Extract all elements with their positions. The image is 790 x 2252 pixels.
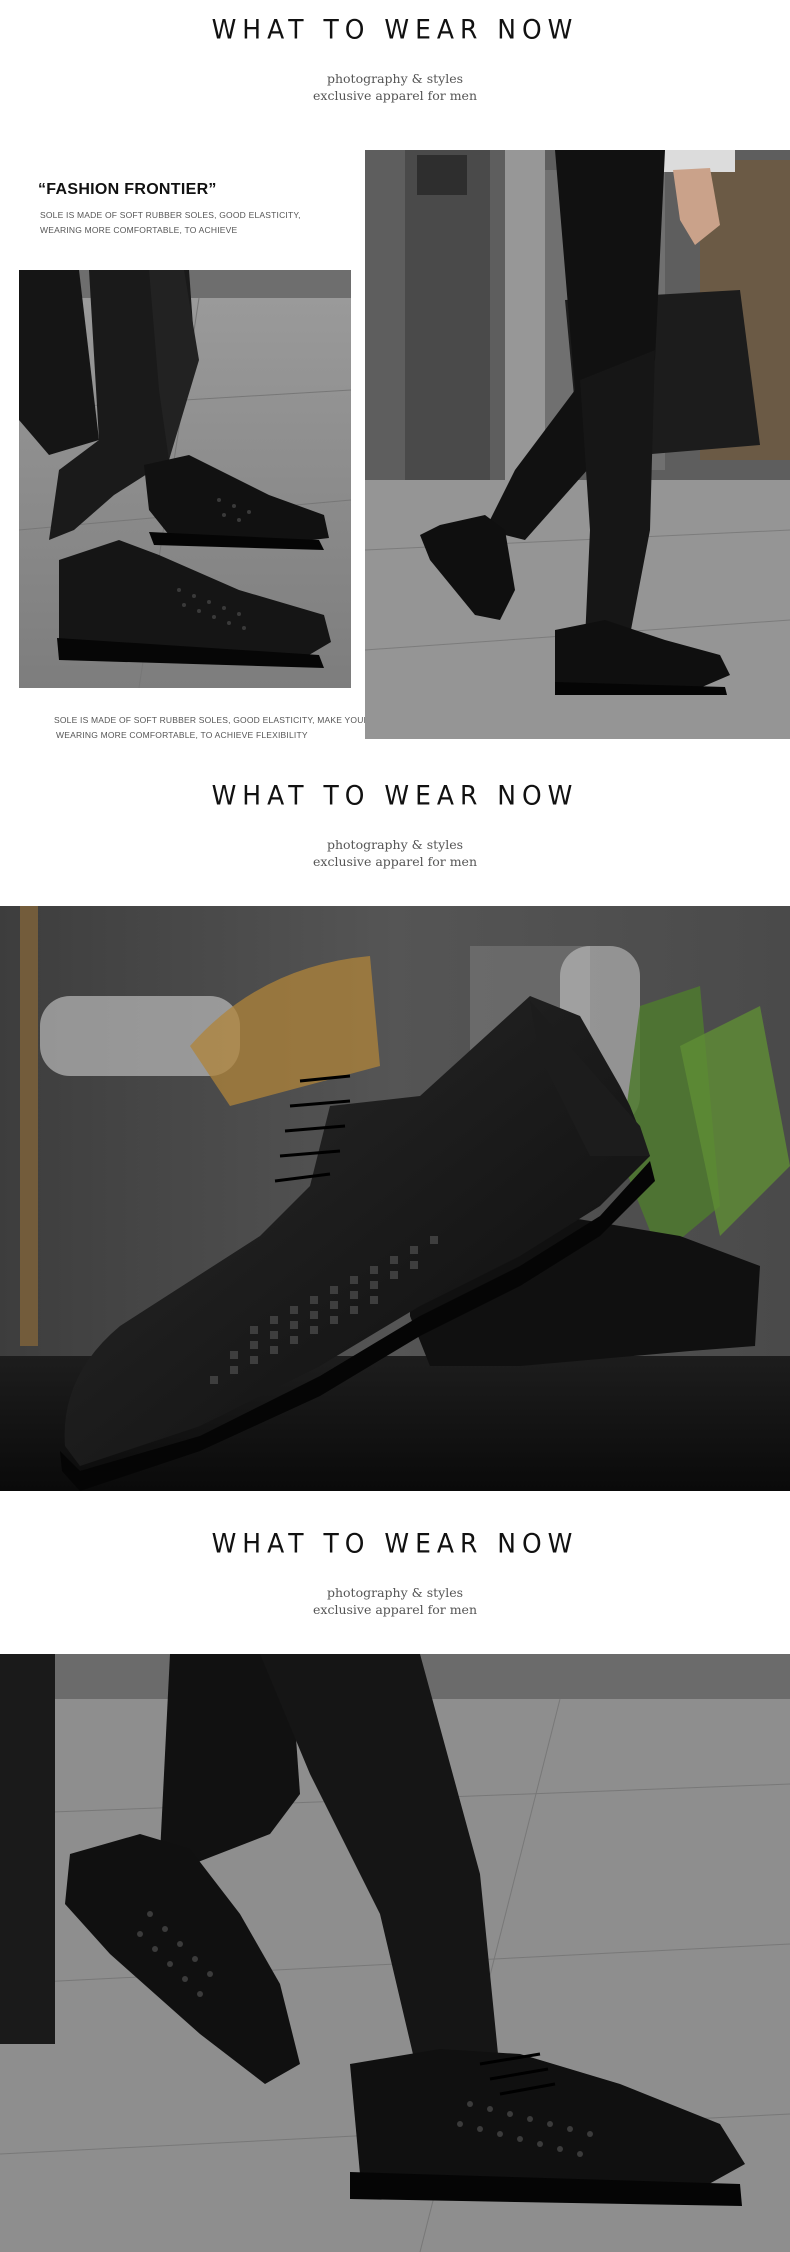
photo-man-walking	[365, 150, 790, 739]
feature-title: “FASHION FRONTIER”	[38, 181, 217, 198]
feature-description-line2: WEARING MORE COMFORTABLE, TO ACHIEVE	[40, 225, 238, 235]
photo-shoes-stepping	[0, 1654, 790, 2252]
photo-caption-line1: SOLE IS MADE OF SOFT RUBBER SOLES, GOOD …	[54, 715, 370, 725]
section-subtitle-3b: exclusive apparel for men	[313, 1602, 477, 1617]
photo-shoes-standing	[19, 270, 351, 688]
photo-caption-line2: WEARING MORE COMFORTABLE, TO ACHIEVE FLE…	[56, 730, 308, 740]
section-subtitle-2a: photography & styles	[326, 837, 464, 852]
section-headline-2: WHAT TO WEAR NOW	[211, 780, 579, 811]
section-headline-1: WHAT TO WEAR NOW	[211, 14, 579, 45]
section-headline-3: WHAT TO WEAR NOW	[211, 1528, 579, 1559]
section-subtitle-1b: exclusive apparel for men	[313, 88, 477, 103]
feature-description-line1: SOLE IS MADE OF SOFT RUBBER SOLES, GOOD …	[40, 210, 301, 220]
section-subtitle-3a: photography & styles	[326, 1585, 464, 1600]
section-subtitle-1a: photography & styles	[326, 71, 464, 86]
photo-shoe-closeup	[0, 906, 790, 1491]
section-subtitle-2b: exclusive apparel for men	[313, 854, 477, 869]
